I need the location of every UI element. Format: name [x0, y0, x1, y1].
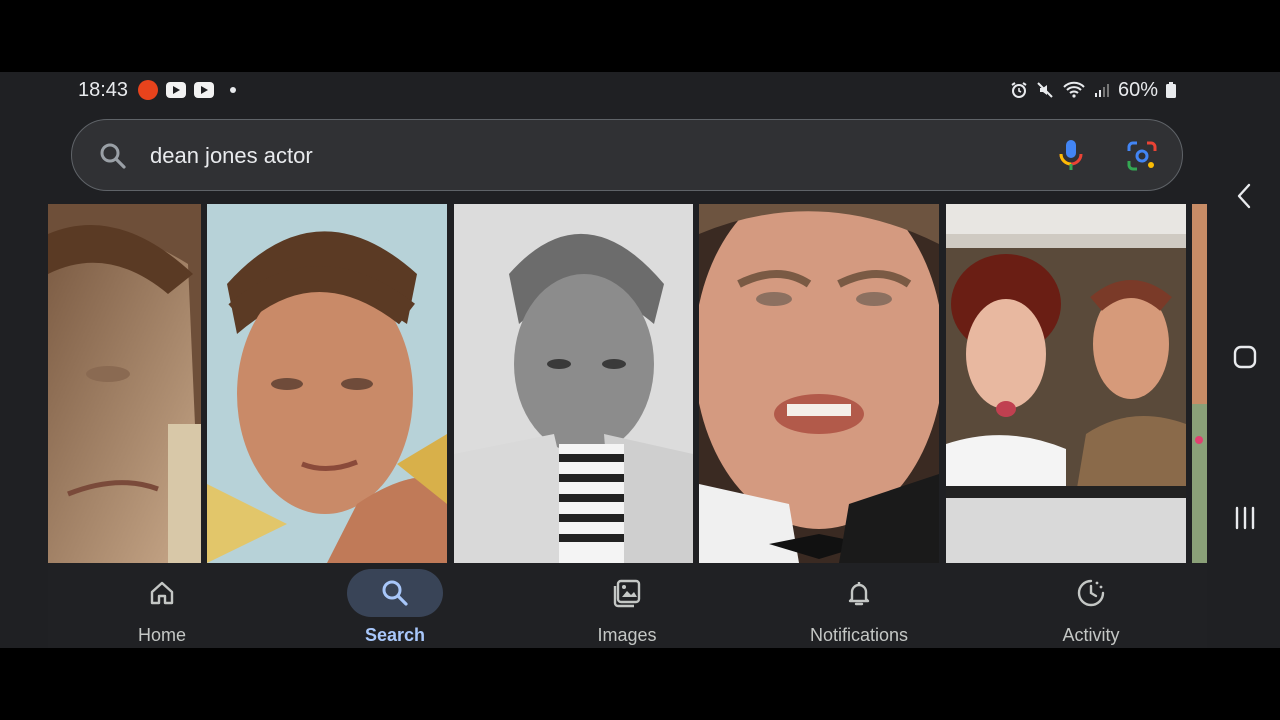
nav-images[interactable]: Images: [537, 563, 717, 648]
image-results-strip[interactable]: [48, 204, 1207, 563]
phone-screen: 18:43 60% dean jones actor Home Search I…: [0, 72, 1280, 648]
battery-percent: 60%: [1117, 78, 1158, 101]
home-icon-wrap: [114, 569, 210, 617]
image-result-1[interactable]: [48, 204, 201, 563]
nav-notifications[interactable]: Notifications: [769, 563, 949, 648]
bell-icon-wrap: [811, 569, 907, 617]
nav-activity[interactable]: Activity: [1001, 563, 1181, 648]
activity-icon: [1077, 579, 1105, 607]
battery-icon: [1166, 82, 1176, 98]
home-icon: [150, 581, 174, 605]
recents-icon: [1235, 506, 1255, 530]
actor-portrait-image: [699, 204, 939, 563]
recents-button[interactable]: [1225, 498, 1265, 538]
voice-search-icon[interactable]: [1058, 139, 1084, 171]
back-button[interactable]: [1225, 176, 1265, 216]
actor-portrait-image: [1192, 204, 1207, 563]
mute-icon: [1037, 82, 1053, 98]
bottom-navigation: Home Search Images Notifications Activit…: [48, 563, 1207, 648]
back-chevron-icon: [1237, 183, 1251, 209]
youtube-icon: [166, 82, 187, 98]
status-bar-left: 18:43: [78, 78, 237, 102]
youtube-icon: [194, 82, 215, 98]
image-result-6[interactable]: [1192, 204, 1207, 563]
alarm-icon: [1011, 82, 1027, 98]
search-icon: [382, 580, 408, 606]
google-lens-icon[interactable]: [1127, 141, 1157, 171]
actor-portrait-image: [454, 204, 693, 563]
nav-notifications-label: Notifications: [809, 625, 909, 645]
status-bar-right: 60%: [1010, 78, 1176, 102]
nav-home-label: Home: [137, 625, 186, 645]
movie-still-image: [946, 204, 1186, 563]
home-square-icon: [1233, 345, 1257, 369]
actor-portrait-image: [207, 204, 447, 563]
image-result-3[interactable]: [454, 204, 693, 563]
bell-icon: [848, 582, 870, 606]
wifi-icon: [1063, 81, 1085, 98]
nav-search[interactable]: Search: [305, 563, 485, 648]
nav-search-label: Search: [364, 625, 426, 645]
system-navigation-bar: [1225, 72, 1265, 648]
camera-app-icon: [138, 80, 159, 100]
actor-portrait-image: [48, 204, 201, 563]
images-icon-wrap: [579, 569, 675, 617]
nav-images-label: Images: [597, 625, 657, 645]
more-notifications-dot-icon: [230, 87, 237, 93]
search-bar[interactable]: dean jones actor: [71, 119, 1183, 191]
search-query-text[interactable]: dean jones actor: [150, 143, 313, 169]
image-result-2[interactable]: [207, 204, 447, 563]
activity-icon-wrap: [1043, 569, 1139, 617]
search-icon-wrap: [347, 569, 443, 617]
image-result-4[interactable]: [699, 204, 939, 563]
signal-icon: [1094, 84, 1109, 97]
status-time: 18:43: [78, 78, 129, 101]
nav-home[interactable]: Home: [72, 563, 252, 648]
home-system-button[interactable]: [1225, 337, 1265, 377]
images-icon: [613, 579, 641, 608]
striped-shirt: [559, 444, 624, 563]
nav-activity-label: Activity: [1062, 625, 1120, 645]
search-icon[interactable]: [99, 142, 127, 170]
image-result-5[interactable]: [946, 204, 1186, 563]
